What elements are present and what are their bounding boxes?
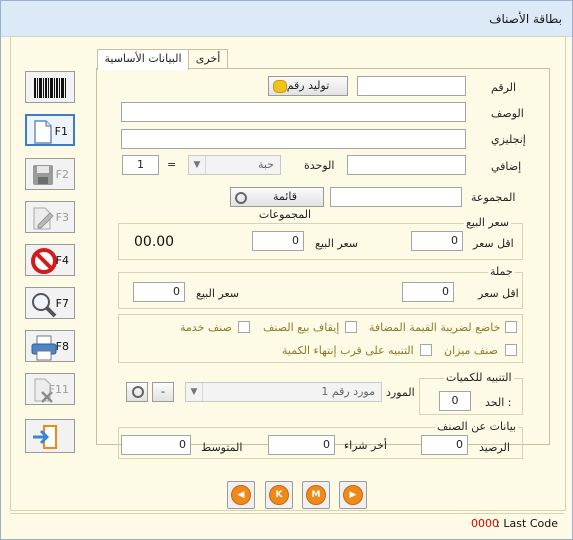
f3-key-label: F3 xyxy=(55,211,69,224)
f4-key-label: F4 xyxy=(55,254,69,267)
previous-record-icon: K xyxy=(269,485,289,505)
nav-next-button[interactable]: M xyxy=(302,481,330,509)
english-input[interactable] xyxy=(121,129,466,149)
f1-key-label: F1 xyxy=(54,125,68,138)
service-item-checkbox[interactable] xyxy=(238,321,250,333)
nav-first-button[interactable]: ◀ xyxy=(227,481,255,509)
wholesale-min-price-label: اقل سعر xyxy=(478,287,519,300)
last-record-icon: ▶ xyxy=(343,485,363,505)
wholesale-title: جملة xyxy=(488,265,515,278)
last-purchase-label: أخر شراء xyxy=(344,439,387,452)
unit-select[interactable]: ▼ حبة xyxy=(188,155,281,175)
chevron-down-icon: ▼ xyxy=(189,156,206,174)
generate-code-button[interactable]: توليد رقم xyxy=(268,76,348,96)
stop-sale-checkbox[interactable] xyxy=(345,321,357,333)
sale-price-title: سعر البيع xyxy=(464,216,511,229)
save-icon xyxy=(33,165,53,185)
unit-factor-input[interactable]: 1 xyxy=(122,155,159,175)
search-icon xyxy=(32,293,57,318)
barcode-icon xyxy=(34,78,66,98)
generate-code-label: توليد رقم xyxy=(286,79,330,92)
last-code-label: : Last Code xyxy=(496,517,558,530)
print-button[interactable]: F8 xyxy=(25,330,75,362)
last-code-value: 0000 xyxy=(471,517,499,530)
barcode-button[interactable] xyxy=(25,71,75,103)
printer-icon xyxy=(31,335,57,361)
exit-button[interactable] xyxy=(25,419,75,453)
item-info-title: بيانات عن الصنف xyxy=(435,420,519,433)
equals-sign: = xyxy=(167,158,177,171)
supplier-label: المورد xyxy=(386,386,415,399)
title-bar: بطاقة الأصناف xyxy=(1,1,572,37)
new-document-icon xyxy=(34,120,52,144)
scale-item-label: صنف ميزان xyxy=(444,344,498,357)
vat-checkbox[interactable] xyxy=(505,321,517,333)
quantity-alert-title: التنبيه للكميات xyxy=(444,371,514,384)
code-label: الرقم xyxy=(491,81,517,94)
group-input[interactable] xyxy=(330,187,462,207)
nav-last-button[interactable]: ▶ xyxy=(339,481,367,509)
extra-label: إضافي xyxy=(491,160,522,173)
sale-price-label: سعر البيع xyxy=(315,237,358,250)
sale-price-display: 00.00 xyxy=(134,234,175,250)
wholesale-price-label: سعر البيع xyxy=(196,287,239,300)
supplier-select[interactable]: ▼ مورد رقم 1 xyxy=(185,382,382,402)
hand-pointer-icon xyxy=(273,80,287,93)
item-card-window: بطاقة الأصناف F1 F2 F3 F4 F7 F8 F11 أخرى… xyxy=(0,0,573,540)
expiry-alert-label: التنبيه على قرب إنتهاء الكمية xyxy=(282,344,414,357)
description-input[interactable] xyxy=(121,102,466,122)
stop-sale-label: إيقاف بيع الصنف xyxy=(263,321,340,334)
average-input[interactable]: 0 xyxy=(121,435,191,455)
vat-label: خاضع لضريبة القيمة المضافة xyxy=(369,321,501,334)
group-label: المجموعة xyxy=(471,191,516,204)
sale-price-input[interactable]: 0 xyxy=(252,231,304,251)
f7-key-label: F7 xyxy=(55,297,69,310)
first-record-icon: ◀ xyxy=(231,485,251,505)
status-bar: 0000 : Last Code xyxy=(10,513,564,534)
quantity-limit-label: الحد : xyxy=(485,396,512,409)
unit-value: حبة xyxy=(257,158,274,171)
edit-icon xyxy=(33,207,54,230)
search-button[interactable]: F7 xyxy=(25,287,75,319)
description-label: الوصف xyxy=(491,107,524,120)
quantity-limit-input[interactable]: 0 xyxy=(439,391,471,411)
delete-record-button[interactable]: F11 xyxy=(25,373,75,405)
last-purchase-input[interactable]: 0 xyxy=(268,435,335,455)
supplier-value: مورد رقم 1 xyxy=(321,385,375,398)
edit-button[interactable]: F3 xyxy=(25,201,75,233)
f2-key-label: F2 xyxy=(55,168,69,181)
wholesale-min-price-input[interactable]: 0 xyxy=(402,282,454,302)
exit-door-icon xyxy=(33,425,57,449)
supplier-search-button[interactable] xyxy=(126,382,148,402)
search-icon xyxy=(132,386,144,398)
service-item-label: صنف خدمة xyxy=(180,321,232,334)
groups-list-label: قائمة المجموعات xyxy=(258,190,312,221)
next-record-icon: M xyxy=(306,485,326,505)
window-title: بطاقة الأصناف xyxy=(489,12,562,26)
tab-other[interactable]: أخرى xyxy=(188,49,228,69)
delete-button[interactable]: F4 xyxy=(25,244,75,276)
average-label: المتوسط xyxy=(201,441,243,454)
supplier-clear-button[interactable]: - xyxy=(152,382,174,402)
tab-basic-data[interactable]: البيانات الأساسية xyxy=(97,49,189,70)
f11-key-label: F11 xyxy=(48,383,69,396)
wholesale-price-input[interactable]: 0 xyxy=(133,282,185,302)
balance-input[interactable]: 0 xyxy=(421,435,468,455)
unit-label: الوحدة xyxy=(304,159,335,172)
code-input[interactable] xyxy=(357,76,466,96)
sale-min-price-label: اقل سعر xyxy=(473,237,514,250)
chevron-down-icon: ▼ xyxy=(186,383,203,401)
extra-input[interactable] xyxy=(347,155,466,175)
save-button[interactable]: F2 xyxy=(25,158,75,190)
expiry-alert-checkbox[interactable] xyxy=(420,344,432,356)
f8-key-label: F8 xyxy=(55,340,69,353)
balance-label: الرصيد xyxy=(479,441,510,454)
sale-min-price-input[interactable]: 0 xyxy=(411,231,463,251)
groups-list-button[interactable]: قائمة المجموعات xyxy=(230,187,324,221)
search-icon xyxy=(235,192,247,204)
scale-item-checkbox[interactable] xyxy=(505,344,517,356)
nav-previous-button[interactable]: K xyxy=(265,481,293,509)
new-button[interactable]: F1 xyxy=(25,114,75,146)
english-label: إنجليزي xyxy=(491,133,526,146)
